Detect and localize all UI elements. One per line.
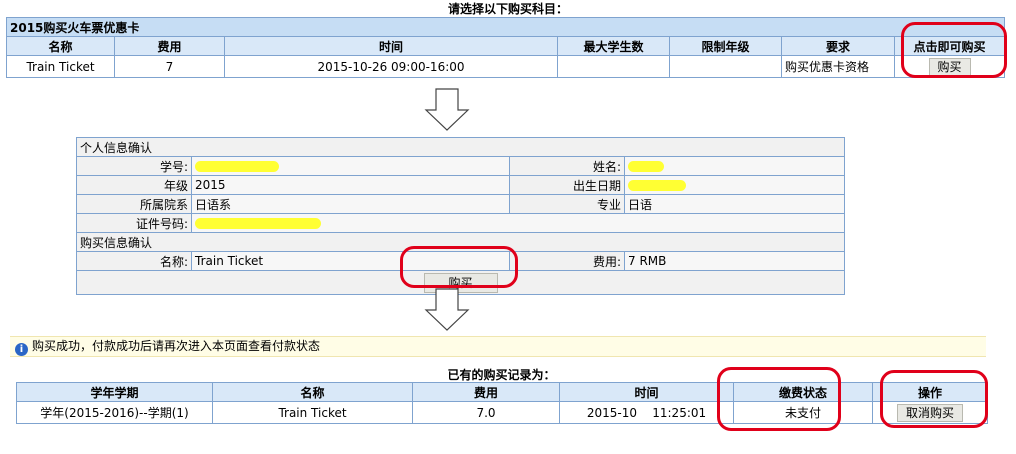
table-row: 学年(2015-2016)--学期(1) Train Ticket 7.0 20…: [16, 401, 988, 424]
major-value: 日语: [623, 194, 846, 214]
col-term: 学年学期: [16, 382, 213, 402]
down-arrow-icon: [424, 288, 470, 331]
student-id-label: 学号:: [76, 156, 192, 176]
highlight-circle: [901, 22, 1007, 78]
cell-fee: 7.0: [412, 401, 560, 424]
redacted-id-number: [195, 218, 321, 229]
dept-value: 日语系: [191, 194, 510, 214]
item-fee-label: 费用:: [509, 251, 625, 271]
redacted-birth: [628, 180, 686, 191]
col-fee: 费用: [114, 36, 225, 56]
major-label: 专业: [509, 194, 625, 214]
name-label: 姓名:: [509, 156, 625, 176]
col-fee: 费用: [412, 382, 560, 402]
cell-fee: 7: [114, 55, 225, 78]
highlight-circle: [400, 246, 518, 288]
table-row: Train Ticket 7 2015-10-26 09:00-16:00 购买…: [6, 55, 1006, 78]
grade-value: 2015: [191, 175, 510, 195]
redacted-name: [628, 161, 664, 172]
col-name: 名称: [6, 36, 115, 56]
success-notice: i 购买成功，付款成功后请再次进入本页面查看付款状态: [10, 336, 986, 357]
cell-requirement: 购买优惠卡资格: [781, 55, 895, 78]
id-number-label: 证件号码:: [76, 213, 192, 233]
notice-text: 购买成功，付款成功后请再次进入本页面查看付款状态: [32, 339, 321, 353]
col-time: 时间: [224, 36, 558, 56]
col-grade-limit: 限制年级: [669, 36, 782, 56]
cell-name: Train Ticket: [6, 55, 115, 78]
records-table: 学年学期 名称 费用 时间 缴费状态 操作 学年(2015-2016)--学期(…: [16, 382, 988, 424]
subject-table-title: 2015购买火车票优惠卡: [5, 17, 1006, 37]
col-max-students: 最大学生数: [557, 36, 670, 56]
item-fee-value: 7 RMB: [623, 251, 846, 271]
redacted-student-id: [195, 161, 279, 172]
cell-name: Train Ticket: [212, 401, 413, 424]
cell-term: 学年(2015-2016)--学期(1): [16, 401, 213, 424]
cell-time: 2015-10-26 09:00-16:00: [224, 55, 558, 78]
grade-label: 年级: [76, 175, 192, 195]
down-arrow-icon: [424, 88, 470, 131]
personal-info-heading: 个人信息确认: [75, 137, 846, 157]
col-time: 时间: [559, 382, 734, 402]
subject-table: 2015购买火车票优惠卡 名称 费用 时间 最大学生数 限制年级 要求 点击即可…: [5, 17, 1006, 78]
dept-label: 所属院系: [76, 194, 192, 214]
col-requirement: 要求: [781, 36, 895, 56]
col-name: 名称: [212, 382, 413, 402]
highlight-circle: [880, 370, 988, 428]
cell-max-students: [557, 55, 670, 78]
cell-grade-limit: [669, 55, 782, 78]
birth-label: 出生日期: [509, 175, 625, 195]
purchase-subject-heading: 请选择以下购买科目：: [447, 2, 568, 16]
records-title: 已有的购买记录为：: [447, 368, 556, 382]
item-name-label: 名称:: [76, 251, 192, 271]
highlight-circle: [717, 367, 841, 431]
info-icon: i: [15, 343, 28, 356]
cell-time: 2015-10 11:25:01: [559, 401, 734, 424]
